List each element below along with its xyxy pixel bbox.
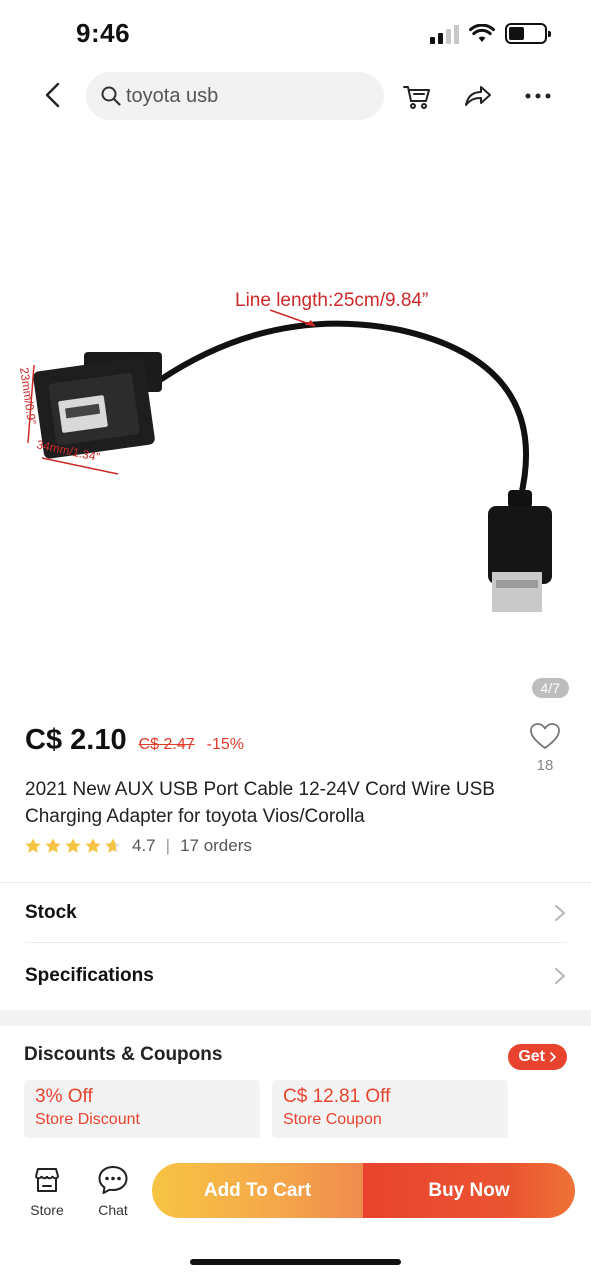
add-to-cart-button[interactable]: Add To Cart	[152, 1163, 363, 1218]
cable-length-annotation: Line length:25cm/9.84”	[235, 290, 428, 311]
discounts-coupons-title: Discounts & Coupons	[24, 1044, 223, 1065]
battery-icon	[505, 23, 551, 44]
buy-now-button[interactable]: Buy Now	[363, 1163, 575, 1218]
status-time: 9:46	[76, 18, 131, 48]
chat-button[interactable]: Chat	[87, 1164, 139, 1218]
cart-icon[interactable]	[401, 80, 433, 112]
specifications-label: Specifications	[25, 965, 154, 986]
store-label: Store	[30, 1202, 64, 1218]
store-coupon[interactable]: C$ 12.81 Off Store Coupon	[272, 1080, 508, 1138]
stock-row[interactable]: Stock	[25, 885, 567, 941]
more-options-icon[interactable]	[522, 80, 554, 112]
star-icon	[65, 838, 81, 853]
share-icon[interactable]	[462, 80, 494, 112]
coupon-label: Store Coupon	[283, 1111, 382, 1128]
chevron-right-icon	[555, 968, 565, 984]
cta-group: Add To Cart Buy Now	[152, 1163, 575, 1218]
get-label: Get	[518, 1048, 545, 1065]
star-icon	[45, 838, 61, 853]
rating-separator: |	[165, 836, 171, 855]
get-coupons-button[interactable]: Get	[508, 1044, 567, 1070]
stock-label: Stock	[25, 902, 77, 923]
half-star-icon	[105, 838, 121, 853]
status-bar: 9:46	[0, 0, 591, 64]
header-bar: toyota usb	[0, 70, 591, 122]
chat-label: Chat	[98, 1202, 128, 1218]
orders-count: 17 orders	[180, 836, 252, 855]
coupon-amount: C$ 12.81 Off	[283, 1086, 391, 1107]
star-icon	[25, 838, 41, 853]
wishlist-count: 18	[536, 757, 554, 774]
store-icon	[35, 1168, 59, 1192]
specifications-row[interactable]: Specifications	[25, 948, 567, 1004]
chevron-right-icon	[555, 905, 565, 921]
section-gap	[0, 1010, 591, 1026]
heart-icon	[530, 723, 560, 749]
status-icons	[430, 23, 551, 44]
image-counter-badge: 4/7	[531, 678, 569, 698]
coupon-label: Store Discount	[35, 1111, 140, 1128]
coupon-amount: 3% Off	[35, 1086, 93, 1107]
search-query-text: toyota usb	[126, 84, 219, 107]
rating-row[interactable]: 4.7 | 17 orders	[24, 836, 252, 856]
home-indicator[interactable]	[190, 1259, 401, 1265]
product-image[interactable]: Line length:25cm/9.84” 23mm/0.9” 34mm/1.…	[0, 140, 591, 720]
search-input[interactable]: toyota usb	[86, 72, 384, 120]
divider	[25, 942, 567, 943]
discount-percent: -15%	[206, 736, 244, 753]
store-button[interactable]: Store	[21, 1164, 73, 1218]
star-icon	[85, 838, 101, 853]
rating-value: 4.7	[132, 836, 156, 855]
wifi-icon	[469, 23, 495, 42]
store-discount-coupon[interactable]: 3% Off Store Discount	[24, 1080, 260, 1138]
back-arrow-icon[interactable]	[38, 80, 68, 110]
chevron-right-icon	[550, 1052, 557, 1062]
price-row: C$ 2.10 C$ 2.47 -15%	[25, 724, 244, 757]
usb-cable-illustration: Line length:25cm/9.84” 23mm/0.9” 34mm/1.…	[17, 290, 552, 612]
search-icon	[101, 86, 121, 106]
divider	[0, 882, 591, 883]
product-title: 2021 New AUX USB Port Cable 12-24V Cord …	[25, 779, 495, 827]
cellular-signal-icon	[430, 24, 459, 44]
wishlist-button[interactable]: 18	[529, 722, 561, 774]
chat-icon	[98, 1166, 128, 1194]
current-price: C$ 2.10	[25, 724, 127, 756]
original-price: C$ 2.47	[138, 736, 195, 753]
